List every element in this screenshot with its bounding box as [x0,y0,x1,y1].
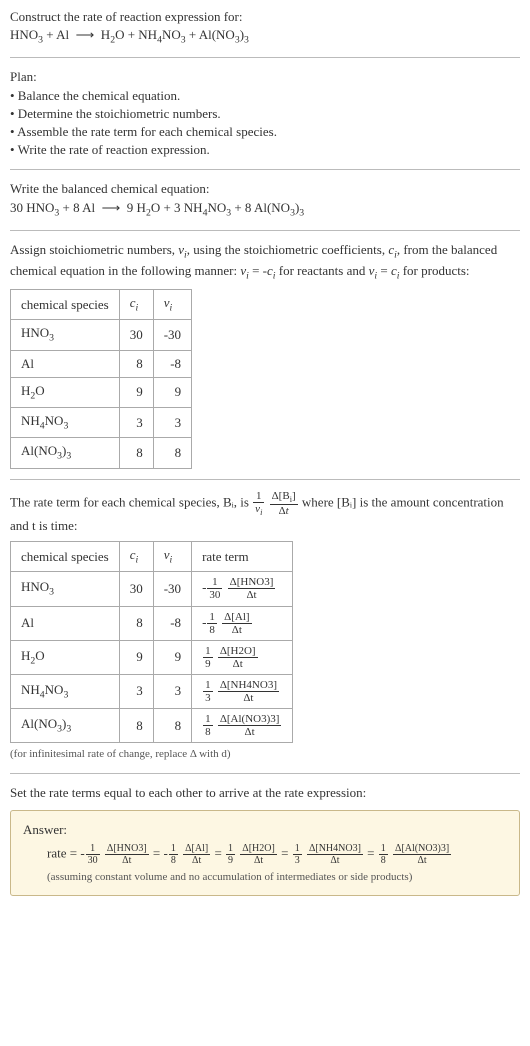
cell-v: 3 [153,408,191,438]
cell-rate-term: -18 Δ[Al]Δt [192,606,293,640]
table-row: HNO330-30 [11,320,192,350]
stoich-text: Assign stoichiometric numbers, νi, using… [10,241,520,283]
col-vi: νi [153,542,191,572]
cell-species: NH4NO3 [11,674,120,708]
rate-term-text: The rate term for each chemical species,… [10,490,520,536]
cell-c: 8 [119,350,153,377]
cell-rate-term: 19 Δ[H2O]Δt [192,640,293,674]
divider [10,230,520,231]
col-species: chemical species [11,290,120,320]
cell-c: 8 [119,606,153,640]
cell-c: 9 [119,640,153,674]
cell-species: Al [11,350,120,377]
answer-rate-expression: rate = -130 Δ[HNO3]Δt = -18 Δ[Al]Δt = 19… [47,843,507,866]
cell-rate-term: 13 Δ[NH4NO3]Δt [192,674,293,708]
balanced-heading: Write the balanced chemical equation: [10,180,520,198]
table-row: HNO3 30 -30 -130 Δ[HNO3]Δt [11,572,293,606]
table-row: Al8-8 [11,350,192,377]
table-row: Al(NO3)388 [11,438,192,468]
cell-species: H2O [11,640,120,674]
cell-c: 9 [119,377,153,407]
cell-v: 9 [153,377,191,407]
cell-c: 8 [119,438,153,468]
col-species: chemical species [11,542,120,572]
divider [10,479,520,480]
plan-item: • Determine the stoichiometric numbers. [10,105,520,123]
balanced-equation: 30 HNO3 + 8 Al ⟶ 9 H2O + 3 NH4NO3 + 8 Al… [10,199,520,220]
answer-heading: Answer: [23,821,507,839]
frac-dBi-dt: Δ[Bi]Δt [270,490,298,517]
cell-species: HNO3 [11,320,120,350]
cell-c: 8 [119,709,153,743]
cell-species: Al(NO3)3 [11,438,120,468]
rate-prefix: rate = [47,846,80,861]
divider [10,169,520,170]
stoich-table: chemical species ci νi HNO330-30 Al8-8 H… [10,289,192,468]
cell-v: 8 [153,438,191,468]
cell-species: Al(NO3)3 [11,709,120,743]
divider [10,773,520,774]
cell-c: 3 [119,408,153,438]
cell-c: 30 [119,572,153,606]
plan-item: • Assemble the rate term for each chemic… [10,123,520,141]
cell-v: -30 [153,320,191,350]
cell-v: 8 [153,709,191,743]
col-vi: νi [153,290,191,320]
table-header-row: chemical species ci νi rate term [11,542,293,572]
answer-box: Answer: rate = -130 Δ[HNO3]Δt = -18 Δ[Al… [10,810,520,897]
col-rate-term: rate term [192,542,293,572]
rate-term-text-a: The rate term for each chemical species,… [10,494,252,509]
cell-c: 30 [119,320,153,350]
table-row: Al(NO3)3 8 8 18 Δ[Al(NO3)3]Δt [11,709,293,743]
table-row: H2O99 [11,377,192,407]
table-row: Al 8 -8 -18 Δ[Al]Δt [11,606,293,640]
table-header-row: chemical species ci νi [11,290,192,320]
divider [10,57,520,58]
table-row: NH4NO3 3 3 13 Δ[NH4NO3]Δt [11,674,293,708]
cell-c: 3 [119,674,153,708]
inf-note: (for infinitesimal rate of change, repla… [10,747,520,762]
plan-item: • Write the rate of reaction expression. [10,141,520,159]
frac-1-over-vi: 1νi [253,490,264,517]
set-equal-text: Set the rate terms equal to each other t… [10,784,520,802]
col-ci: ci [119,290,153,320]
rate-term-table: chemical species ci νi rate term HNO3 30… [10,541,293,743]
cell-v: 9 [153,640,191,674]
cell-v: -30 [153,572,191,606]
cell-rate-term: 18 Δ[Al(NO3)3]Δt [192,709,293,743]
cell-species: H2O [11,377,120,407]
cell-v: -8 [153,350,191,377]
intro-equation: HNO3 + Al ⟶ H2O + NH4NO3 + Al(NO3)3 [10,26,520,47]
cell-v: 3 [153,674,191,708]
answer-assumption: (assuming constant volume and no accumul… [47,870,507,885]
cell-rate-term: -130 Δ[HNO3]Δt [192,572,293,606]
col-ci: ci [119,542,153,572]
cell-species: Al [11,606,120,640]
cell-species: HNO3 [11,572,120,606]
cell-species: NH4NO3 [11,408,120,438]
plan-heading: Plan: [10,68,520,86]
intro-construct: Construct the rate of reaction expressio… [10,8,520,26]
table-row: H2O 9 9 19 Δ[H2O]Δt [11,640,293,674]
table-row: NH4NO333 [11,408,192,438]
cell-v: -8 [153,606,191,640]
plan-item: • Balance the chemical equation. [10,87,520,105]
